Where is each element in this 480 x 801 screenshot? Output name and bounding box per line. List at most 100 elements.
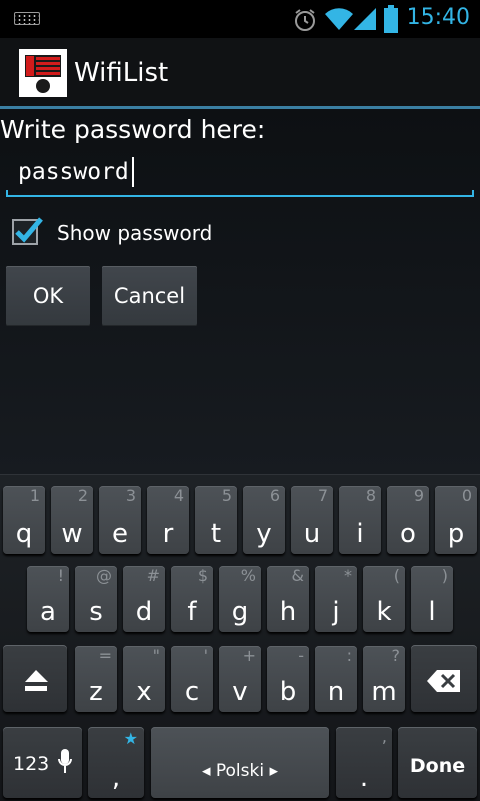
key-label: h xyxy=(279,597,297,627)
key-g[interactable]: % g xyxy=(219,566,261,632)
key-label: p xyxy=(447,519,465,549)
symbols-key-label: 123 xyxy=(13,753,50,775)
comma-key[interactable]: ★ , xyxy=(88,727,144,798)
key-label: a xyxy=(40,597,56,627)
key-hint: 0 xyxy=(461,486,472,505)
key-label: s xyxy=(89,597,103,627)
key-hint: ) xyxy=(441,566,448,585)
key-w[interactable]: 2w xyxy=(51,486,93,554)
backspace-key[interactable] xyxy=(411,645,477,712)
key-hint: : xyxy=(346,646,352,665)
key-hint: 5 xyxy=(221,486,232,505)
action-bar: WifiList xyxy=(0,38,480,106)
key-a[interactable]: ! a xyxy=(27,566,69,632)
key-label: u xyxy=(303,519,321,549)
battery-icon xyxy=(384,5,398,33)
key-label: v xyxy=(232,677,248,707)
key-hint: 1 xyxy=(29,486,40,505)
key-k[interactable]: (k xyxy=(363,566,405,632)
key-hint: ( xyxy=(393,566,400,585)
show-password-checkbox[interactable] xyxy=(12,217,43,245)
key-hint: ' xyxy=(203,646,208,665)
key-hint: % xyxy=(240,566,256,585)
space-key[interactable]: ◂ Polski ▸ xyxy=(151,727,329,798)
app-logo-icon[interactable] xyxy=(19,49,67,97)
key-l[interactable]: ) l xyxy=(411,566,453,632)
key-hint: 4 xyxy=(173,486,184,505)
key-label: q xyxy=(15,519,33,549)
show-password-label[interactable]: Show password xyxy=(57,221,212,245)
key-label: y xyxy=(256,519,272,549)
key-label: n xyxy=(327,677,345,707)
done-key[interactable]: Done xyxy=(398,727,477,798)
language-label: ◂ Polski ▸ xyxy=(201,761,279,781)
key-hint: = xyxy=(98,646,112,665)
key-hint: 6 xyxy=(269,486,280,505)
key-hint: 7 xyxy=(317,486,328,505)
star-hint-icon: ★ xyxy=(123,729,138,748)
soft-keyboard: 1q2w3e4r5t6y7u8i9o0p ! a @ s # d $ f% g & h * j(k) l … xyxy=(0,474,480,801)
input-underline xyxy=(6,190,474,197)
key-s[interactable]: @ s xyxy=(75,566,117,632)
key-x[interactable]: " x xyxy=(123,646,165,712)
alarm-icon xyxy=(295,9,315,31)
key-t[interactable]: 5t xyxy=(195,486,237,554)
key-i[interactable]: 8i xyxy=(339,486,381,554)
key-label: f xyxy=(187,597,197,627)
key-f[interactable]: $ f xyxy=(171,566,213,632)
ok-button[interactable]: OK xyxy=(6,266,90,326)
key-hint: ? xyxy=(391,646,401,665)
done-key-label: Done xyxy=(409,755,466,777)
key-u[interactable]: 7u xyxy=(291,486,333,554)
checkmark-icon xyxy=(15,217,43,243)
key-n[interactable]: :n xyxy=(315,646,357,712)
status-bar: 15:40 xyxy=(0,0,480,38)
key-label: m xyxy=(371,677,397,707)
microphone-icon xyxy=(58,749,72,773)
key-e[interactable]: 3e xyxy=(99,486,141,554)
key-r[interactable]: 4r xyxy=(147,486,189,554)
key-label: i xyxy=(356,519,364,549)
key-h[interactable]: & h xyxy=(267,566,309,632)
key-label: e xyxy=(112,519,128,549)
key-c[interactable]: ' c xyxy=(171,646,213,712)
key-label: r xyxy=(162,519,174,549)
key-label: l xyxy=(428,597,436,627)
key-hint: & xyxy=(291,566,304,585)
key-hint: 3 xyxy=(125,486,136,505)
password-input[interactable]: password xyxy=(6,149,474,197)
key-hint: ! xyxy=(57,566,64,585)
key-label: x xyxy=(136,677,152,707)
key-label: c xyxy=(184,677,200,707)
key-o[interactable]: 9o xyxy=(387,486,429,554)
backspace-icon xyxy=(427,670,460,692)
key-b[interactable]: -b xyxy=(267,646,309,712)
symbols-key[interactable]: 123 xyxy=(3,727,82,798)
text-cursor xyxy=(132,157,134,187)
cancel-button[interactable]: Cancel xyxy=(102,266,197,326)
key-hint: @ xyxy=(96,566,112,585)
key-z[interactable]: = z xyxy=(75,646,117,712)
clock: 15:40 xyxy=(406,5,470,30)
key-hint: - xyxy=(298,646,304,665)
key-v[interactable]: + v xyxy=(219,646,261,712)
shift-key[interactable] xyxy=(3,645,67,712)
app-title: WifiList xyxy=(74,58,169,88)
key-hint: 2 xyxy=(77,486,88,505)
key-hint: $ xyxy=(197,566,208,585)
key-y[interactable]: 6y xyxy=(243,486,285,554)
key-d[interactable]: # d xyxy=(123,566,165,632)
key-j[interactable]: * j xyxy=(315,566,357,632)
key-label: j xyxy=(332,597,340,627)
key-label: z xyxy=(89,677,103,707)
period-key[interactable]: , . xyxy=(336,727,392,798)
key-hint: " xyxy=(152,646,160,665)
key-hint: + xyxy=(242,646,256,665)
key-hint: 8 xyxy=(365,486,376,505)
key-hint: # xyxy=(146,566,160,585)
key-label: b xyxy=(279,677,297,707)
key-p[interactable]: 0p xyxy=(435,486,477,554)
key-m[interactable]: ? m xyxy=(363,646,405,712)
key-q[interactable]: 1q xyxy=(3,486,45,554)
shift-icon xyxy=(25,670,48,691)
